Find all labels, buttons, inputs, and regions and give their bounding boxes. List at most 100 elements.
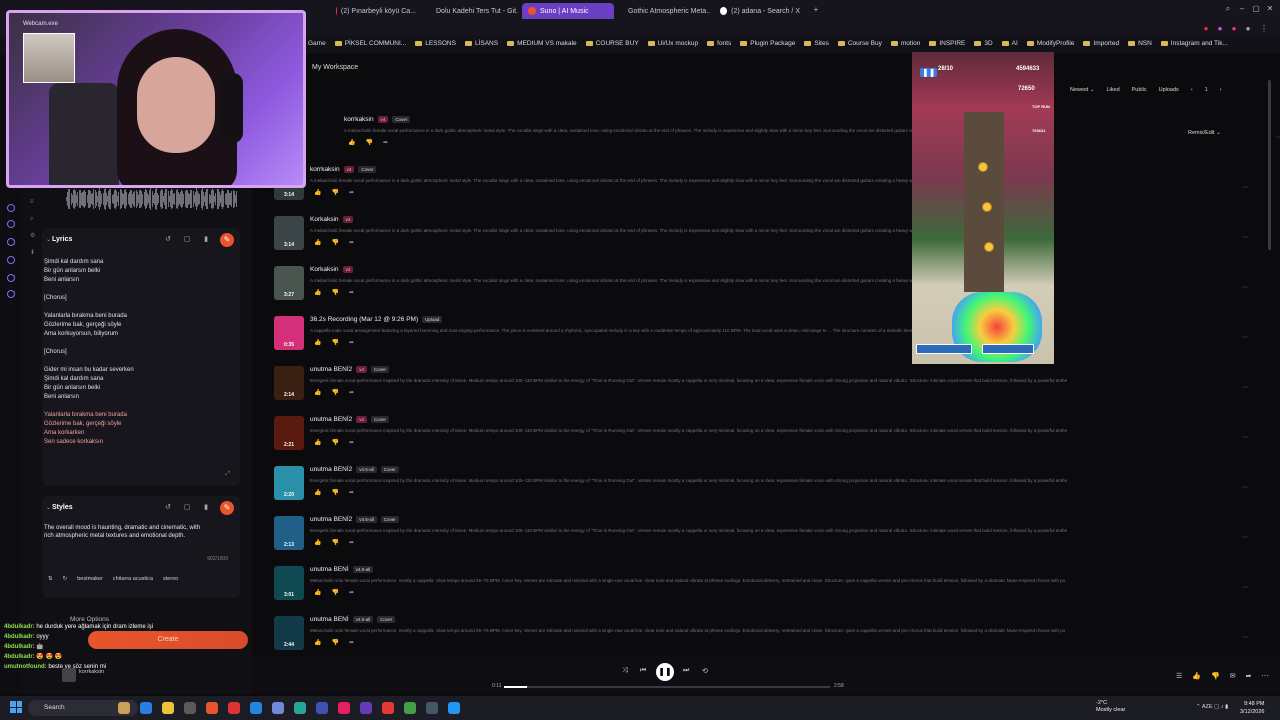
song-cover[interactable]: 3:14 bbox=[274, 216, 304, 250]
song-row[interactable]: korrkaksin v4 Cover A melancholic female vo… bbox=[306, 112, 1280, 162]
browser-tab[interactable]: Gothic Atmospheric Meta... bbox=[618, 3, 710, 19]
song-title[interactable]: Korkaksin bbox=[310, 266, 339, 273]
more-icon[interactable]: ⋯ bbox=[1242, 534, 1248, 541]
previous-icon[interactable]: ⏮ bbox=[640, 667, 646, 675]
taskbar-app-icon[interactable] bbox=[338, 702, 350, 714]
song-row[interactable]: 2:13 unutma BENİ2 v4.5-all Cover Energetic f… bbox=[272, 512, 1248, 562]
weather-widget[interactable]: -2°C Mostly clear bbox=[1096, 700, 1125, 714]
taskbar-app-icon[interactable] bbox=[250, 702, 262, 714]
new-tab-icon[interactable]: + bbox=[812, 6, 820, 14]
song-title[interactable]: unutma BENİ2 bbox=[310, 366, 352, 373]
undo-icon[interactable]: ↺ bbox=[163, 503, 173, 513]
taskbar-app-icon[interactable] bbox=[272, 702, 284, 714]
next-page-icon[interactable]: › bbox=[1220, 87, 1222, 93]
close-window-icon[interactable]: ✕ bbox=[1266, 5, 1274, 13]
dislike-icon[interactable]: 👎 bbox=[331, 639, 338, 646]
browser-tab[interactable]: (2) Pınarbeyli köyü Ca... bbox=[330, 3, 422, 19]
search-tabs-icon[interactable]: ⌕ bbox=[1224, 5, 1232, 13]
like-icon[interactable]: 👍 bbox=[314, 289, 321, 296]
next-icon[interactable]: ⏭ bbox=[683, 667, 689, 675]
share-icon[interactable]: ➦ bbox=[349, 589, 354, 596]
taskbar-app-icon[interactable] bbox=[206, 702, 218, 714]
trash-icon[interactable]: ▮ bbox=[201, 235, 211, 245]
filter-liked[interactable]: Liked bbox=[1106, 87, 1119, 93]
trash-icon[interactable]: ▮ bbox=[201, 503, 211, 513]
lyrics-toggle-icon[interactable]: ≡ bbox=[30, 194, 35, 211]
share-icon[interactable]: ➦ bbox=[349, 489, 354, 496]
taskbar-app-icon[interactable] bbox=[316, 702, 328, 714]
song-row[interactable]: 2:21 unutma BENİ2 v4 Cover Energetic female … bbox=[272, 412, 1248, 462]
song-title[interactable]: unutma BENİ2 bbox=[310, 466, 352, 473]
style-chip[interactable]: stereo bbox=[163, 576, 178, 582]
song-title[interactable]: unutma BENİ2 bbox=[310, 516, 352, 523]
styles-textarea[interactable]: The overall mood is haunting, dramatic a… bbox=[44, 524, 204, 540]
bookmark-item[interactable]: Plugin Package bbox=[740, 40, 795, 47]
bookmark-item[interactable]: LESSONS bbox=[415, 40, 456, 47]
more-icon[interactable]: ⋯ bbox=[1242, 384, 1248, 391]
copy-icon[interactable]: ▢ bbox=[182, 503, 192, 513]
more-icon[interactable]: ⋯ bbox=[1276, 134, 1280, 141]
comment-icon[interactable]: ✉ bbox=[1230, 672, 1236, 680]
more-icon[interactable]: ⋯ bbox=[1242, 284, 1248, 291]
dislike-icon[interactable]: 👎 bbox=[331, 539, 338, 546]
chevron-down-icon[interactable]: ⌄ bbox=[46, 504, 51, 511]
repeat-icon[interactable]: ⟲ bbox=[702, 667, 708, 675]
song-row[interactable]: 3:01 unutma BENİ v4.5-all Melancholic solo … bbox=[272, 562, 1248, 612]
song-title[interactable]: unutma BENİ bbox=[310, 616, 349, 623]
share-icon[interactable]: ➦ bbox=[349, 439, 354, 446]
lyrics-textarea[interactable]: Şimdi kal dardım sana Bir gün anlarsın be… bbox=[44, 258, 214, 447]
like-icon[interactable]: 👍 bbox=[314, 389, 321, 396]
song-title[interactable]: Korkaksin bbox=[310, 216, 339, 223]
bookmark-item[interactable]: Imported bbox=[1083, 40, 1119, 47]
song-cover[interactable]: 0:35 bbox=[274, 316, 304, 350]
song-title[interactable]: unutma BENİ2 bbox=[310, 416, 352, 423]
song-cover[interactable]: 2:21 bbox=[274, 416, 304, 450]
more-icon[interactable]: ⋯ bbox=[1242, 434, 1248, 441]
copy-icon[interactable]: ▢ bbox=[182, 235, 192, 245]
browser-tab[interactable]: (2) adana - Search / X bbox=[714, 3, 806, 19]
song-row[interactable]: 2:14 unutma BENİ2 v4 Cover Energetic female … bbox=[272, 362, 1248, 412]
bookmark-item[interactable]: ModifyProfile bbox=[1026, 40, 1074, 47]
generate-lyrics-button[interactable]: ✎ bbox=[220, 233, 234, 247]
taskbar-app-icon[interactable] bbox=[382, 702, 394, 714]
song-cover[interactable]: 3:27 bbox=[274, 266, 304, 300]
like-icon[interactable]: 👍 bbox=[348, 139, 355, 146]
bookmark-item[interactable]: Ui/Ux mockup bbox=[647, 40, 698, 47]
extension-icon[interactable]: ● bbox=[1216, 25, 1224, 33]
taskbar-app-icon[interactable] bbox=[426, 702, 438, 714]
pause-icon[interactable]: ❚❚ bbox=[920, 68, 938, 77]
bookmark-item[interactable]: MEDIUM VS makale bbox=[507, 40, 577, 47]
windows-start-icon[interactable] bbox=[10, 701, 22, 713]
share-icon[interactable]: ➦ bbox=[349, 239, 354, 246]
song-row[interactable]: 2:20 unutma BENİ2 v4.5-all Cover Energetic f… bbox=[272, 462, 1248, 512]
home-icon[interactable] bbox=[7, 204, 15, 212]
dislike-icon[interactable]: 👎 bbox=[331, 439, 338, 446]
style-chip[interactable]: bestmaker bbox=[77, 576, 103, 582]
notifications-icon[interactable] bbox=[7, 274, 15, 282]
create-icon[interactable] bbox=[7, 220, 15, 228]
dislike-icon[interactable]: 👎 bbox=[365, 139, 372, 146]
filter-public[interactable]: Public bbox=[1132, 87, 1147, 93]
profile-icon[interactable]: ● bbox=[1244, 25, 1252, 33]
clock[interactable]: 9:48 PM 3/12/2026 bbox=[1240, 700, 1264, 716]
system-tray[interactable]: ⌃ AZE ▢ ♪ ▮ bbox=[1196, 704, 1228, 710]
chevron-down-icon[interactable]: ⌄ bbox=[46, 236, 51, 243]
bookmark-item[interactable]: Sites bbox=[804, 40, 829, 47]
bookmark-item[interactable]: motion bbox=[890, 40, 920, 47]
bookmark-item[interactable]: Instagram and Tik... bbox=[1160, 40, 1228, 47]
share-icon[interactable]: ➦ bbox=[383, 139, 388, 146]
refresh-icon[interactable]: ↻ bbox=[63, 576, 68, 582]
like-icon[interactable]: 👍 bbox=[314, 489, 321, 496]
settings-icon[interactable]: ⚙ bbox=[30, 228, 35, 245]
taskbar-app-icon[interactable] bbox=[140, 702, 152, 714]
pause-button[interactable]: ❚❚ bbox=[656, 663, 674, 681]
browser-tab[interactable]: Suno | AI Music bbox=[522, 3, 614, 19]
dislike-icon[interactable]: 👎 bbox=[331, 239, 338, 246]
taskbar-app-icon[interactable] bbox=[448, 702, 460, 714]
undo-icon[interactable]: ↺ bbox=[163, 235, 173, 245]
chip-icon[interactable]: ⇅ bbox=[48, 576, 53, 582]
share-icon[interactable]: ➦ bbox=[349, 639, 354, 646]
bookmark-item[interactable]: PİKSEL COMMUNI... bbox=[334, 40, 406, 47]
song-title[interactable]: 36.2s Recording (Mar 12 @ 9:26 PM) bbox=[310, 316, 418, 323]
expand-icon[interactable]: ⤢ bbox=[225, 471, 230, 478]
